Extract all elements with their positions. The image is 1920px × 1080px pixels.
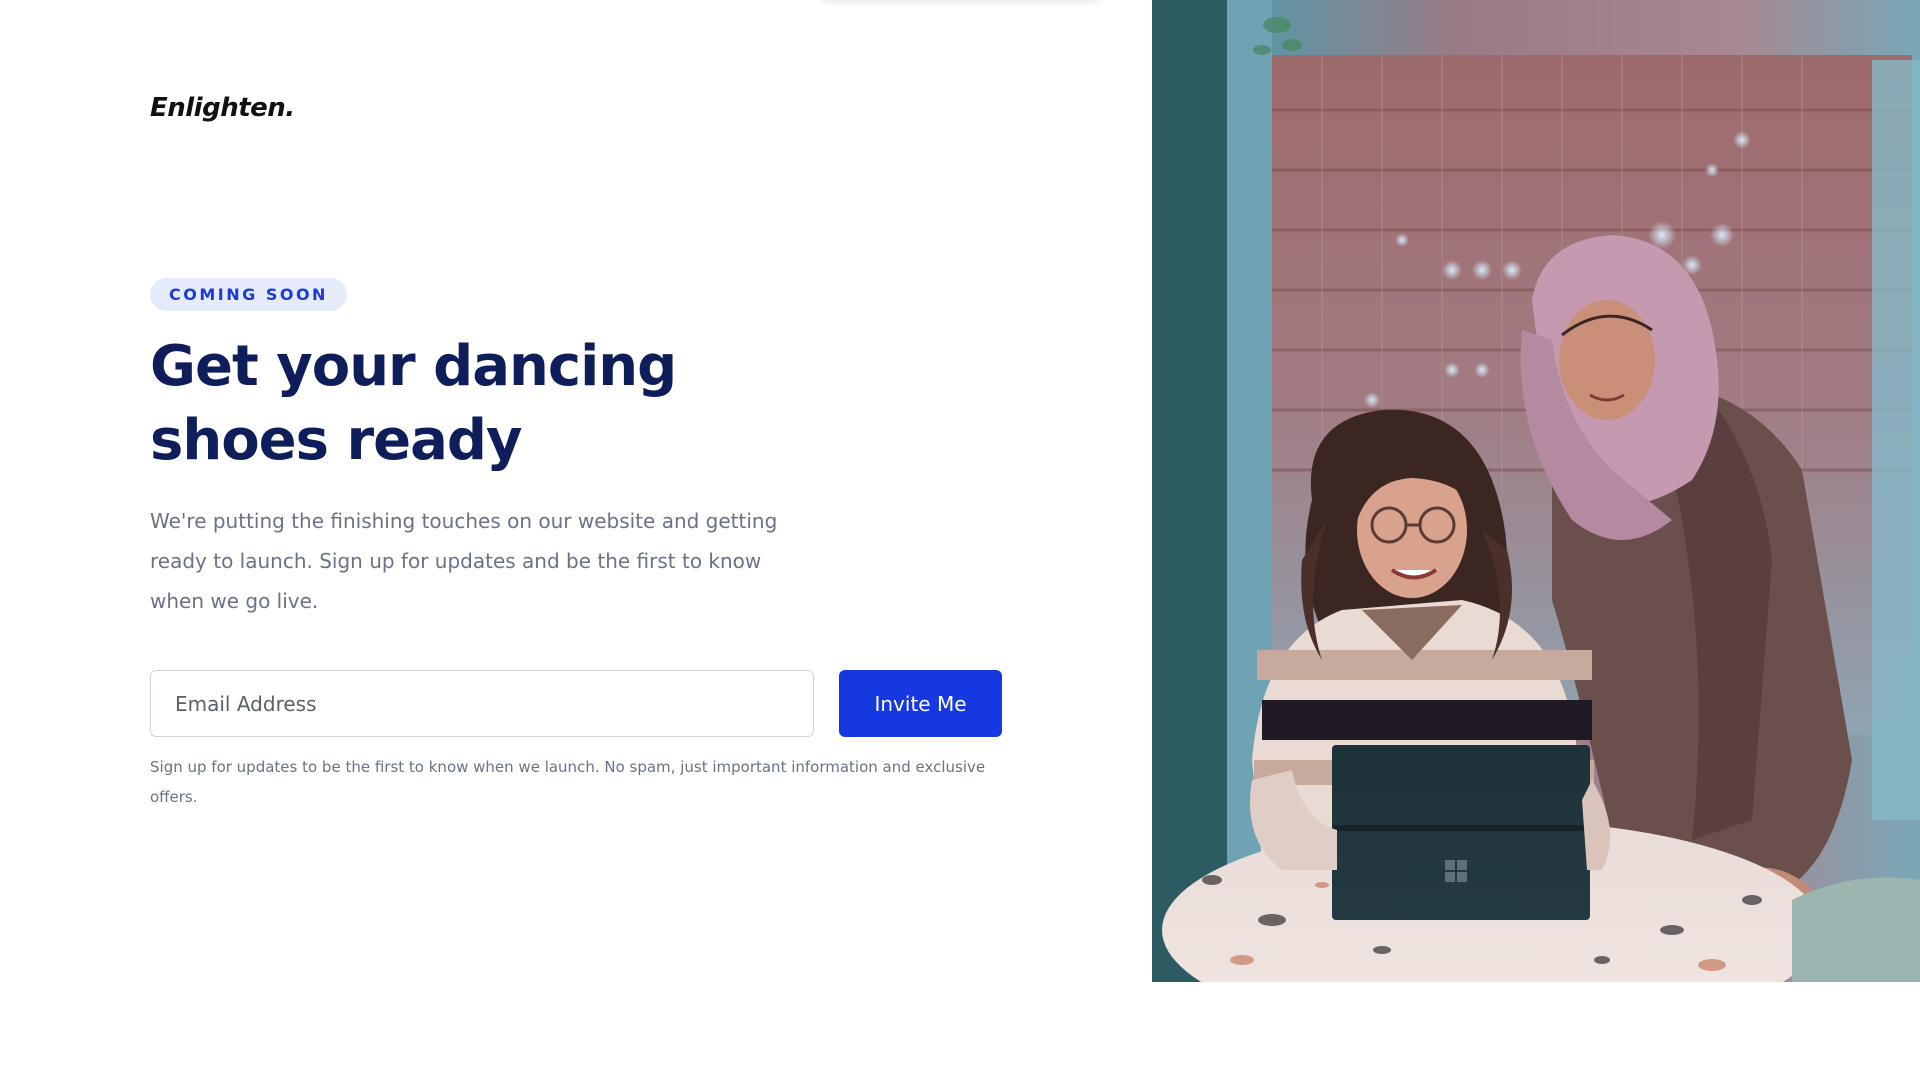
invite-me-button[interactable]: Invite Me [839,670,1002,737]
coming-soon-badge: COMING SOON [150,278,347,311]
signup-disclaimer: Sign up for updates to be the first to k… [150,752,1000,812]
headline-line-1: Get your dancing [150,334,677,399]
coming-soon-page: Enlighten. COMING SOON Get your dancing … [0,0,1920,1080]
description-line-3: when we go live. [150,589,319,613]
email-input[interactable] [150,670,814,737]
brand-logo[interactable]: Enlighten. [150,93,295,123]
disclaimer-line-1: Sign up for updates to be the first to k… [150,758,986,776]
hero-photo [1152,0,1920,982]
description-line-1: We're putting the finishing touches on o… [150,509,778,533]
laptop [1332,745,1590,920]
disclaimer-line-2: offers. [150,788,198,806]
page-headline: Get your dancing shoes ready [150,330,710,478]
headline-line-2: shoes ready [150,408,522,473]
hero-photo-illustration [1152,0,1920,982]
description-line-2: ready to launch. Sign up for updates and… [150,549,762,573]
page-description: We're putting the finishing touches on o… [150,501,790,621]
